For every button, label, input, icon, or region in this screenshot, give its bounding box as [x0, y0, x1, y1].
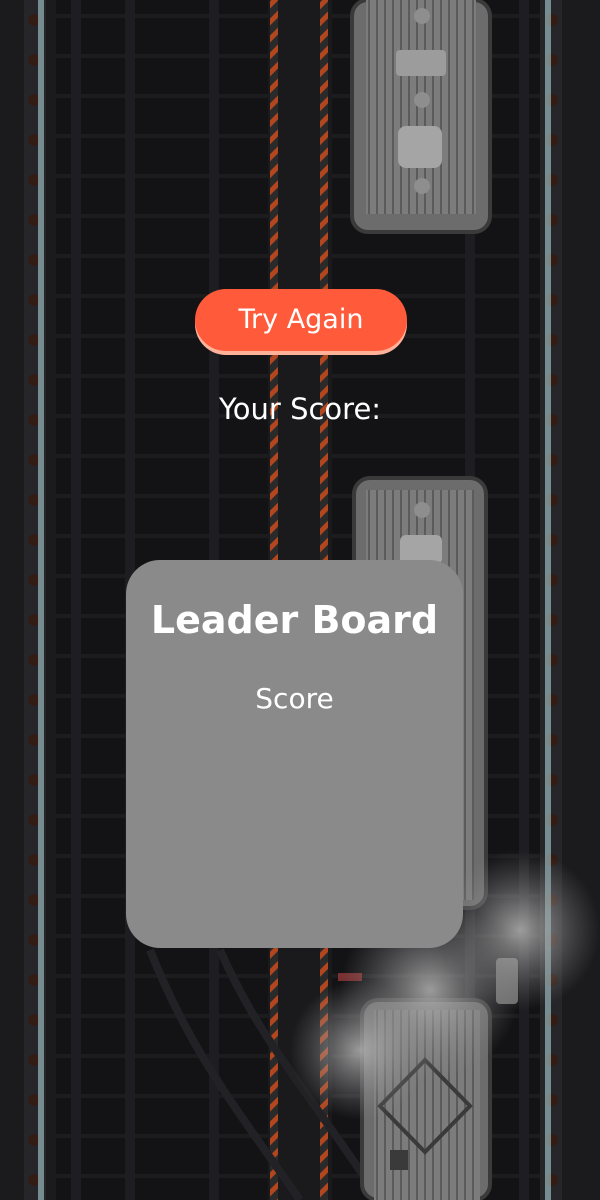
leaderboard-title: Leader Board	[150, 598, 439, 642]
try-again-button[interactable]: Try Again	[195, 289, 407, 351]
leaderboard-score-header: Score	[255, 682, 334, 715]
your-score-label: Your Score:	[218, 392, 382, 426]
leaderboard-panel: Leader Board Score	[126, 560, 463, 948]
game-scene: Try Again Your Score: Leader Board Score	[0, 0, 600, 1200]
train-car-top	[350, 0, 492, 234]
